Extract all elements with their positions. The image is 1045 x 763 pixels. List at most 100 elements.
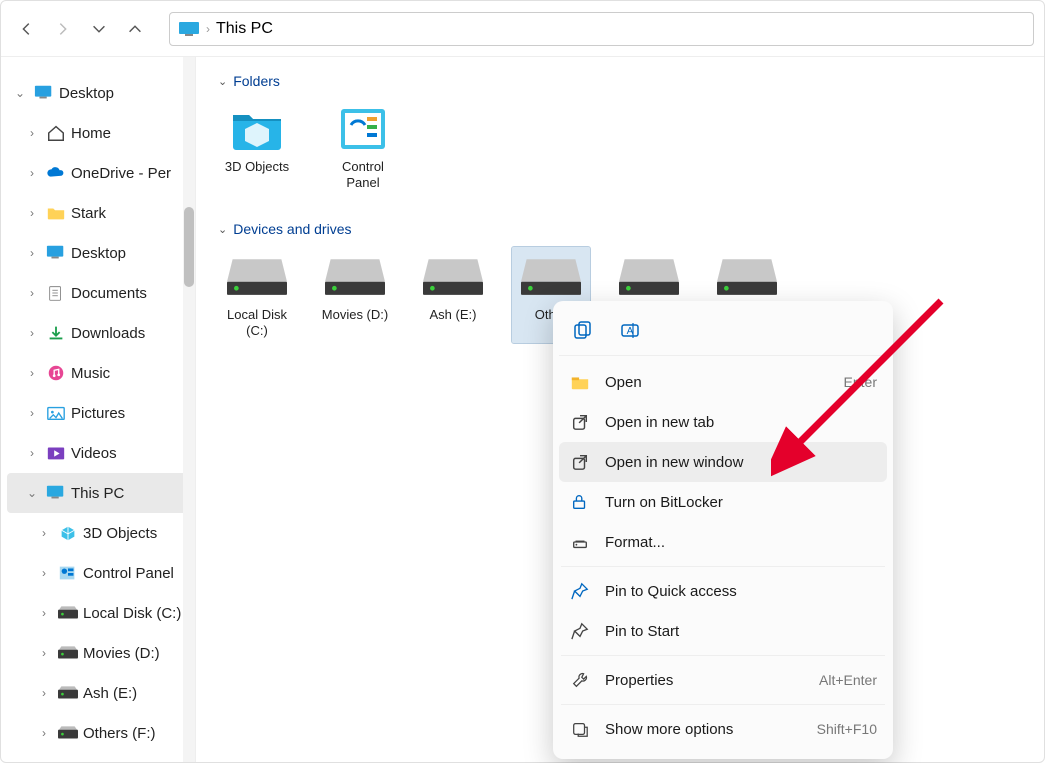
sidebar-item-label: Music	[71, 365, 110, 382]
chevron-right-icon[interactable]: ›	[35, 726, 53, 740]
sidebar-item-label: Others (F:)	[83, 725, 156, 742]
sidebar-item-label: This PC	[71, 485, 124, 502]
drive-icon	[57, 644, 79, 662]
chevron-right-icon[interactable]: ›	[23, 246, 41, 260]
menu-open-new-tab[interactable]: Open in new tab	[559, 402, 887, 442]
sidebar-item-stark[interactable]: › Stark	[7, 193, 195, 233]
scrollbar-thumb[interactable]	[184, 207, 194, 287]
sidebar-item-label: Videos	[71, 445, 117, 462]
rename-icon[interactable]: A	[617, 317, 643, 343]
chevron-right-icon[interactable]: ›	[35, 686, 53, 700]
sidebar-item-onedrive-per[interactable]: ›OneDrive - Per	[7, 153, 195, 193]
drive-icon	[57, 684, 79, 702]
menu-separator	[561, 704, 885, 705]
menu-format[interactable]: Format...	[559, 522, 887, 562]
sidebar-item-movies-d-[interactable]: › Movies (D:)	[7, 633, 195, 673]
menu-properties-label: Properties	[605, 672, 805, 689]
chevron-down-icon: ⌄	[218, 223, 227, 236]
up-button[interactable]	[119, 13, 151, 45]
this-pc-icon	[178, 21, 200, 37]
chevron-right-icon[interactable]: ›	[23, 446, 41, 460]
menu-open-new-window-label: Open in new window	[605, 454, 877, 471]
chevron-right-icon[interactable]: ›	[35, 566, 53, 580]
menu-pin-quick-access[interactable]: Pin to Quick access	[559, 571, 887, 611]
chevron-right-icon[interactable]: ›	[35, 646, 53, 660]
menu-open-accelerator: Enter	[844, 374, 877, 390]
toolbar: › This PC	[1, 1, 1044, 57]
menu-show-more-label: Show more options	[605, 721, 803, 738]
breadcrumb-this-pc[interactable]: This PC	[216, 20, 273, 38]
sidebar-item-label: Movies (D:)	[83, 645, 160, 662]
forward-button[interactable]	[47, 13, 79, 45]
sidebar-item-videos[interactable]: › Videos	[7, 433, 195, 473]
menu-show-more[interactable]: Show more options Shift+F10	[559, 709, 887, 749]
chevron-right-icon[interactable]: ›	[23, 206, 41, 220]
chevron-right-icon[interactable]: ›	[23, 406, 41, 420]
chevron-right-icon[interactable]: ›	[35, 526, 53, 540]
chevron-down-icon[interactable]: ⌄	[23, 486, 41, 500]
folder-icon	[569, 371, 591, 393]
chevron-right-icon[interactable]: ›	[23, 166, 41, 180]
sidebar-item-local-disk-c-[interactable]: › Local Disk (C:)	[7, 593, 195, 633]
format-drive-icon	[569, 531, 591, 553]
sidebar-scrollbar[interactable]	[183, 57, 195, 762]
sidebar-item-downloads[interactable]: ›Downloads	[7, 313, 195, 353]
drive-tile[interactable]: Movies (D:)	[316, 247, 394, 343]
sidebar-item-control-panel[interactable]: ›Control Panel	[7, 553, 195, 593]
chevron-right-icon[interactable]: ›	[23, 286, 41, 300]
menu-open-new-window[interactable]: Open in new window	[559, 442, 887, 482]
drive-icon	[521, 251, 581, 303]
menu-pin-start[interactable]: Pin to Start	[559, 611, 887, 651]
pictures-icon	[45, 404, 67, 422]
menu-show-more-accelerator: Shift+F10	[817, 721, 877, 737]
menu-separator	[561, 655, 885, 656]
drive-icon	[619, 251, 679, 303]
pin-icon	[569, 580, 591, 602]
menu-open[interactable]: Open Enter	[559, 362, 887, 402]
address-bar[interactable]: › This PC	[169, 12, 1034, 46]
drives-group-header[interactable]: ⌄ Devices and drives	[218, 221, 1034, 237]
drive-tile[interactable]: Ash (E:)	[414, 247, 492, 343]
tile-label: Movies (D:)	[322, 307, 388, 339]
cpanel-large-icon	[333, 103, 393, 155]
folder-tile-3d-objects[interactable]: 3D Objects	[218, 99, 296, 195]
cpanel-icon	[57, 564, 79, 582]
sidebar-item-documents[interactable]: › Documents	[7, 273, 195, 313]
sidebar-item-this-pc[interactable]: ⌄ This PC	[7, 473, 195, 513]
back-button[interactable]	[11, 13, 43, 45]
folder-tile-control-panel[interactable]: Control Panel	[324, 99, 402, 195]
sidebar-item-3d-objects[interactable]: ›3D Objects	[7, 513, 195, 553]
chevron-down-icon[interactable]: ⌄	[11, 86, 29, 100]
3dfolder-icon	[227, 103, 287, 155]
music-icon	[45, 364, 67, 382]
sidebar-item-others-f-[interactable]: › Others (F:)	[7, 713, 195, 753]
context-menu: A Open Enter Open in new tab Open in new…	[553, 301, 893, 759]
drive-tile[interactable]: Local Disk (C:)	[218, 247, 296, 343]
chevron-right-icon[interactable]: ›	[23, 326, 41, 340]
drives-label: Devices and drives	[233, 221, 351, 237]
sidebar-item-label: Local Disk (C:)	[83, 605, 181, 622]
copy-icon[interactable]	[569, 317, 595, 343]
tile-label: Control Panel	[328, 159, 398, 191]
chevron-right-icon[interactable]: ›	[35, 606, 53, 620]
sidebar-item-ash-e-[interactable]: ›Ash (E:)	[7, 673, 195, 713]
sidebar-item-label: Documents	[71, 285, 147, 302]
menu-pin-start-label: Pin to Start	[605, 623, 877, 640]
recent-dropdown[interactable]	[83, 13, 115, 45]
sidebar-item-desktop[interactable]: › Desktop	[7, 233, 195, 273]
sidebar-item-pictures[interactable]: ›Pictures	[7, 393, 195, 433]
sidebar-item-label: Desktop	[71, 245, 126, 262]
menu-format-label: Format...	[605, 534, 877, 551]
sidebar-item-desktop[interactable]: ⌄Desktop	[7, 73, 195, 113]
tile-label: Ash (E:)	[430, 307, 477, 339]
wrench-icon	[569, 669, 591, 691]
pc-icon	[45, 484, 67, 502]
menu-properties[interactable]: Properties Alt+Enter	[559, 660, 887, 700]
menu-bitlocker[interactable]: Turn on BitLocker	[559, 482, 887, 522]
sidebar-item-music[interactable]: › Music	[7, 353, 195, 393]
chevron-right-icon[interactable]: ›	[23, 126, 41, 140]
chevron-right-icon[interactable]: ›	[23, 366, 41, 380]
sidebar-item-home[interactable]: ›Home	[7, 113, 195, 153]
sidebar-item-label: Stark	[71, 205, 106, 222]
folders-group-header[interactable]: ⌄ Folders	[218, 73, 1034, 89]
